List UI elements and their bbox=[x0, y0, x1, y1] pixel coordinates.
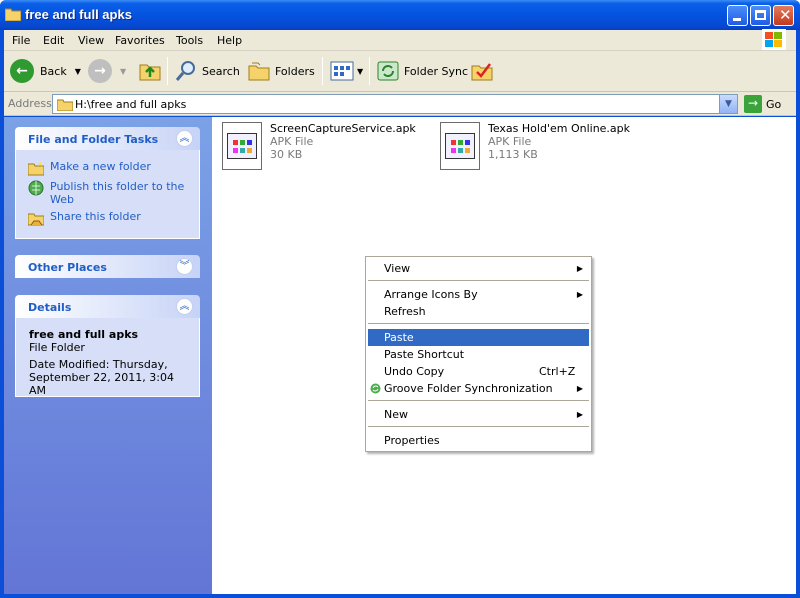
dropdown-arrow-icon[interactable]: ▼ bbox=[120, 67, 126, 76]
window-title: free and full apks bbox=[25, 7, 132, 22]
menu-item-groove-sync[interactable]: Groove Folder Synchronization ▶ bbox=[368, 380, 589, 397]
groove-button[interactable] bbox=[470, 57, 494, 85]
go-arrow-icon[interactable]: → bbox=[744, 95, 762, 113]
menu-item-arrange-icons[interactable]: Arrange Icons By ▶ bbox=[368, 286, 589, 303]
shortcut-label: Ctrl+Z bbox=[539, 365, 576, 378]
menu-favorites[interactable]: Favorites bbox=[115, 34, 165, 47]
details-panel: Details ︽ free and full apks File Folder… bbox=[15, 295, 200, 397]
file-size: 30 KB bbox=[270, 148, 303, 161]
submenu-arrow-icon: ▶ bbox=[576, 410, 583, 419]
submenu-arrow-icon: ▶ bbox=[576, 264, 583, 273]
folder-icon bbox=[5, 8, 21, 21]
windows-logo-icon bbox=[762, 29, 786, 50]
globe-icon bbox=[28, 180, 44, 196]
folder-sync-button[interactable]: Folder Sync bbox=[376, 57, 468, 85]
panel-header[interactable]: Other Places ︾ bbox=[15, 255, 200, 278]
window-bottom-border bbox=[0, 594, 800, 598]
address-input[interactable]: H:\free and full apks ▼ bbox=[52, 94, 738, 114]
checkmark-folder-icon bbox=[471, 63, 493, 81]
folder-sync-icon bbox=[377, 61, 399, 81]
context-menu: View ▶ Arrange Icons By ▶ Refresh Paste Pa… bbox=[365, 256, 592, 452]
address-label: Address bbox=[8, 97, 52, 110]
views-icon bbox=[330, 61, 354, 81]
title-bar[interactable]: free and full apks ✕ bbox=[0, 0, 800, 30]
menu-item-properties[interactable]: Properties bbox=[368, 432, 589, 449]
file-item[interactable]: ScreenCaptureService.apk APK File 30 KB bbox=[222, 122, 416, 170]
explorer-window: free and full apks ✕ File Edit View Favo… bbox=[0, 0, 800, 598]
menu-tools[interactable]: Tools bbox=[176, 34, 203, 47]
menu-view[interactable]: View bbox=[78, 34, 104, 47]
file-size: 1,113 KB bbox=[488, 148, 538, 161]
forward-arrow-icon: → bbox=[88, 59, 112, 83]
menu-help[interactable]: Help bbox=[217, 34, 242, 47]
other-places-panel: Other Places ︾ bbox=[15, 255, 200, 278]
groove-sync-icon bbox=[370, 383, 381, 394]
details-name: free and full apks bbox=[29, 328, 139, 341]
address-bar: Address H:\free and full apks ▼ → Go bbox=[4, 92, 796, 116]
dropdown-arrow-icon[interactable]: ▼ bbox=[75, 67, 81, 76]
menu-item-paste-shortcut[interactable]: Paste Shortcut bbox=[368, 346, 589, 363]
chevron-down-icon[interactable]: ▼ bbox=[719, 95, 737, 113]
task-share-folder[interactable]: Share this folder bbox=[28, 210, 141, 226]
views-button[interactable]: ▼ bbox=[330, 57, 363, 85]
folders-icon bbox=[248, 62, 270, 81]
share-folder-icon bbox=[28, 213, 44, 226]
expand-icon[interactable]: ︾ bbox=[176, 258, 193, 275]
close-button[interactable]: ✕ bbox=[773, 5, 794, 26]
menu-file[interactable]: File bbox=[12, 34, 30, 47]
file-folder-tasks-panel: File and Folder Tasks ︽ Make a new folde… bbox=[15, 127, 200, 239]
folder-icon bbox=[57, 99, 73, 111]
dropdown-arrow-icon[interactable]: ▼ bbox=[357, 67, 363, 76]
folders-button[interactable]: Folders bbox=[247, 57, 315, 85]
up-folder-icon bbox=[139, 64, 161, 81]
menu-item-new[interactable]: New ▶ bbox=[368, 406, 589, 423]
new-folder-icon bbox=[28, 161, 44, 176]
submenu-arrow-icon: ▶ bbox=[576, 290, 583, 299]
collapse-icon[interactable]: ︽ bbox=[176, 130, 193, 147]
file-type: APK File bbox=[488, 135, 532, 148]
forward-button[interactable]: → ▼ bbox=[88, 57, 126, 85]
apk-file-icon bbox=[222, 122, 262, 170]
menu-item-paste[interactable]: Paste bbox=[368, 329, 589, 346]
task-pane: File and Folder Tasks ︽ Make a new folde… bbox=[4, 117, 212, 594]
address-value: H:\free and full apks bbox=[75, 98, 187, 111]
search-icon bbox=[175, 61, 195, 81]
search-button[interactable]: Search bbox=[174, 57, 240, 85]
panel-header[interactable]: Details ︽ bbox=[15, 295, 200, 318]
go-button[interactable]: Go bbox=[766, 98, 781, 111]
submenu-arrow-icon: ▶ bbox=[576, 384, 583, 393]
back-arrow-icon: ← bbox=[10, 59, 34, 83]
back-button[interactable]: ← Back ▼ bbox=[10, 57, 81, 85]
details-type: File Folder bbox=[29, 341, 85, 354]
details-modified: Date Modified: Thursday, September 22, 2… bbox=[29, 358, 174, 397]
menu-item-refresh[interactable]: Refresh bbox=[368, 303, 589, 320]
menu-item-undo-copy[interactable]: Undo Copy Ctrl+Z bbox=[368, 363, 589, 380]
menu-edit[interactable]: Edit bbox=[43, 34, 64, 47]
apk-file-icon bbox=[440, 122, 480, 170]
collapse-icon[interactable]: ︽ bbox=[176, 298, 193, 315]
file-name: ScreenCaptureService.apk bbox=[270, 122, 416, 135]
file-type: APK File bbox=[270, 135, 314, 148]
maximize-button[interactable] bbox=[750, 5, 771, 26]
menu-item-view[interactable]: View ▶ bbox=[368, 260, 589, 277]
panel-header[interactable]: File and Folder Tasks ︽ bbox=[15, 127, 200, 150]
toolbar: ← Back ▼ → ▼ Search Folders ▼ Folder Syn… bbox=[4, 51, 796, 92]
task-publish-folder[interactable]: Publish this folder to the Web bbox=[28, 180, 188, 206]
file-item[interactable]: Texas Hold'em Online.apk APK File 1,113 … bbox=[440, 122, 630, 170]
menu-bar: File Edit View Favorites Tools Help bbox=[4, 29, 796, 51]
task-make-new-folder[interactable]: Make a new folder bbox=[28, 160, 151, 176]
up-folder-button[interactable] bbox=[138, 57, 162, 85]
file-name: Texas Hold'em Online.apk bbox=[488, 122, 631, 135]
minimize-button[interactable] bbox=[727, 5, 748, 26]
